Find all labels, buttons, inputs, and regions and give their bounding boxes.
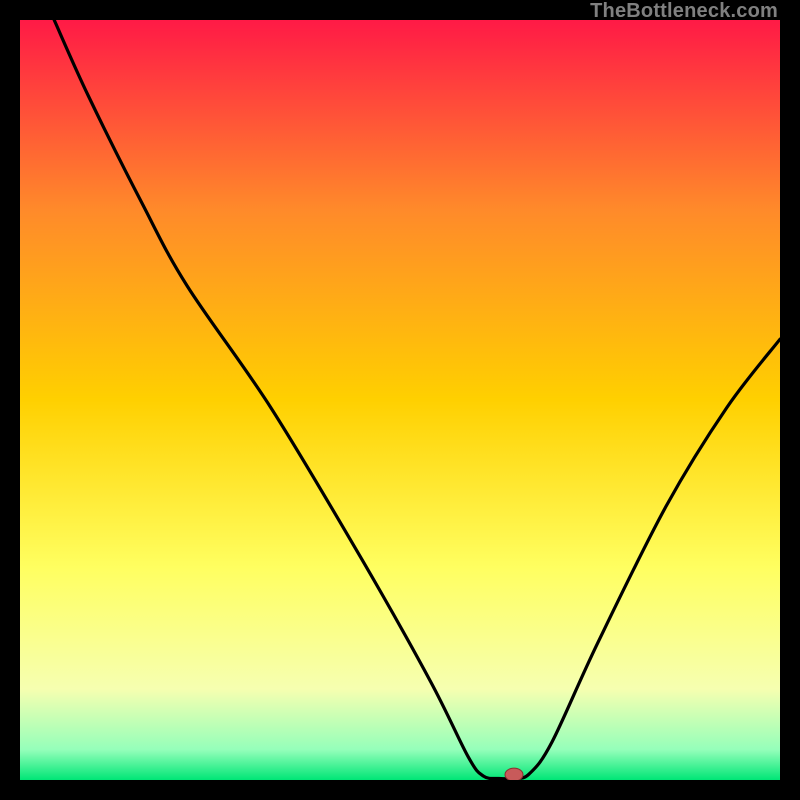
gradient-background (20, 20, 780, 780)
optimal-point-marker (505, 768, 523, 780)
bottleneck-chart (20, 20, 780, 780)
chart-canvas (20, 20, 780, 780)
